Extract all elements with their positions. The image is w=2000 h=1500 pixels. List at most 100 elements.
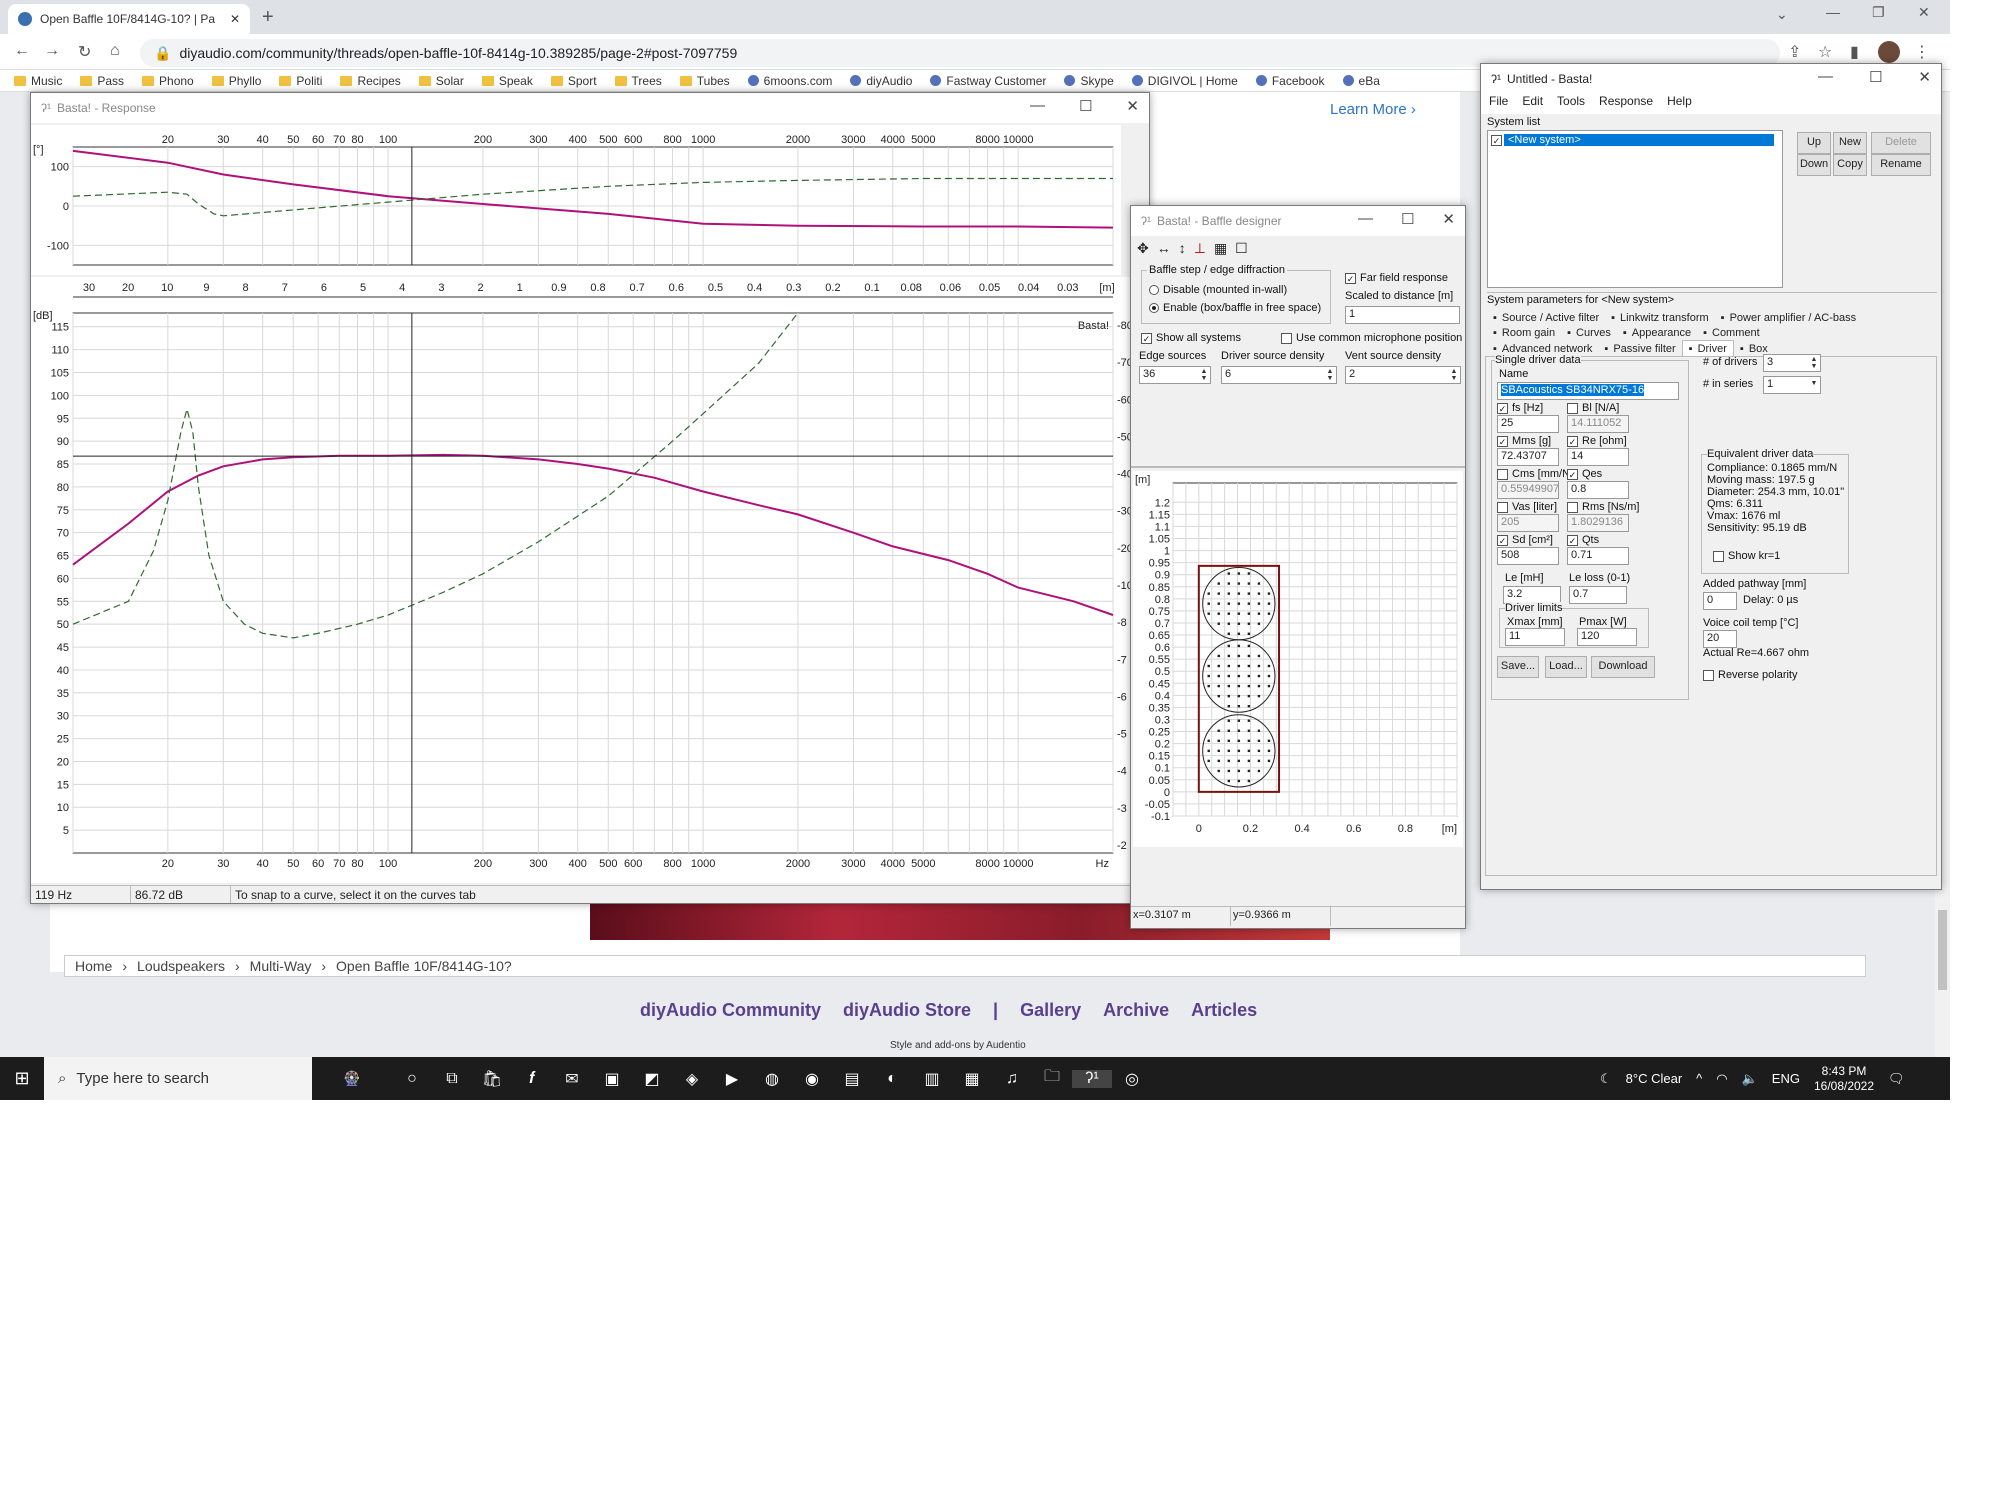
chrome-icon[interactable]: ◎ <box>1112 1069 1152 1089</box>
chevron-up-icon[interactable]: ^ <box>1696 1071 1702 1086</box>
maximize-icon[interactable]: ☐ <box>1401 210 1414 228</box>
bookmark-item[interactable]: Music <box>14 74 62 88</box>
bookmark-item[interactable]: DIGIVOL | Home <box>1131 74 1238 88</box>
param-label[interactable]: ✓ fs [Hz] <box>1497 402 1543 414</box>
close-icon[interactable]: ✕ <box>1126 97 1139 115</box>
system-list[interactable]: ✓ <New system> <box>1487 130 1783 288</box>
param-input[interactable]: 0.55949907 <box>1497 481 1559 499</box>
driver-density-input[interactable]: 6 ▲ ▼ <box>1221 366 1337 384</box>
tab-linkwitz-transform[interactable]: ▪ Linkwitz transform <box>1605 310 1715 326</box>
app-icon[interactable]: ◩ <box>632 1069 672 1089</box>
param-input[interactable]: 0.71 <box>1567 547 1629 565</box>
show-kr-checkbox[interactable]: Show kr=1 <box>1713 550 1780 562</box>
app-icon[interactable]: ◈ <box>672 1069 712 1089</box>
scrollbar-thumb[interactable] <box>1938 910 1947 990</box>
menu-tools[interactable]: Tools <box>1557 94 1585 114</box>
footer-link[interactable]: Archive <box>1103 1000 1169 1021</box>
bookmark-item[interactable]: Fastway Customer <box>930 74 1046 88</box>
rename-button[interactable]: Rename <box>1871 154 1931 176</box>
search-highlight-icon[interactable]: 🎡 <box>312 1070 392 1087</box>
footer-link[interactable]: diyAudio Store <box>843 1000 971 1021</box>
vc-temp-input[interactable]: 20 <box>1703 630 1737 648</box>
param-input[interactable]: 14.111052 <box>1567 415 1629 433</box>
download-button[interactable]: Download <box>1591 656 1655 678</box>
bookmark-item[interactable]: Pass <box>80 74 124 88</box>
bookmark-item[interactable]: Politi <box>279 74 322 88</box>
edge-sources-input[interactable]: 36 ▲ ▼ <box>1139 366 1211 384</box>
disable-radio[interactable]: Disable (mounted in-wall) <box>1149 284 1287 296</box>
windows-start-icon[interactable]: ⊞ <box>0 1068 44 1089</box>
minimize-icon[interactable]: — <box>1358 210 1373 228</box>
copy-button[interactable]: Copy <box>1833 154 1867 176</box>
tab-power-amplifier-ac-bass[interactable]: ▪ Power amplifier / AC-bass <box>1715 310 1862 326</box>
splitter[interactable] <box>1131 466 1465 468</box>
minimize-icon[interactable]: — <box>1826 4 1840 20</box>
home-icon[interactable]: ⌂ <box>110 42 120 60</box>
bookmark-item[interactable]: Solar <box>418 74 464 88</box>
down-button[interactable]: Down <box>1797 154 1831 176</box>
clock[interactable]: 8:43 PM 16/08/2022 <box>1814 1064 1874 1094</box>
reload-icon[interactable]: ↻ <box>78 42 91 62</box>
file-explorer-icon[interactable]: 🗀 <box>1032 1065 1072 1092</box>
mail-icon[interactable]: ✉ <box>552 1069 592 1089</box>
param-label[interactable]: Cms [mm/N] <box>1497 468 1573 480</box>
maximize-icon[interactable]: ☐ <box>1869 68 1882 86</box>
tab-driver[interactable]: ▪ Driver <box>1681 340 1734 357</box>
driver-name-input[interactable]: SBAcoustics SB34NRX75-16 <box>1497 382 1679 400</box>
param-input[interactable]: 14 <box>1567 448 1629 466</box>
xmax-input[interactable]: 11 <box>1505 628 1565 646</box>
store-icon[interactable]: 🛍 <box>472 1069 512 1089</box>
param-label[interactable]: ✓ Sd [cm²] <box>1497 534 1553 546</box>
tab-search-chevron-icon[interactable]: ⌄ <box>1776 6 1788 23</box>
spinner-icon[interactable]: ▲ ▼ <box>1325 368 1335 382</box>
footer-link[interactable]: Articles <box>1191 1000 1257 1021</box>
spinner-icon[interactable]: ▲ ▼ <box>1809 356 1819 370</box>
fastway-icon[interactable]: 𝒇 <box>512 1070 552 1088</box>
menu-file[interactable]: File <box>1489 94 1508 114</box>
weather-text[interactable]: 8°C Clear <box>1626 1071 1683 1086</box>
restore-icon[interactable]: ❐ <box>1872 4 1885 21</box>
new-tab-icon[interactable]: + <box>262 6 274 29</box>
param-input[interactable]: 0.8 <box>1567 481 1629 499</box>
param-label[interactable]: ✓ Mms [g] <box>1497 435 1551 447</box>
calculator-icon[interactable]: ▦ <box>952 1069 992 1089</box>
app-icon[interactable]: ◉ <box>792 1069 832 1089</box>
share-icon[interactable]: ⇪ <box>1788 42 1801 62</box>
itunes-icon[interactable]: ♫ <box>992 1070 1032 1088</box>
param-label[interactable]: Rms [Ns/m] <box>1567 501 1639 513</box>
distance-input[interactable]: 1 <box>1345 306 1460 324</box>
reverse-polarity-checkbox[interactable]: Reverse polarity <box>1703 669 1797 681</box>
tab-source-active-filter[interactable]: ▪ Source / Active filter <box>1487 310 1605 326</box>
spinner-icon[interactable]: ▲ ▼ <box>1449 368 1459 382</box>
footer-link[interactable]: diyAudio Community <box>640 1000 821 1021</box>
bookmark-star-icon[interactable]: ☆ <box>1818 42 1832 62</box>
move-icon[interactable]: ✥ <box>1137 240 1149 257</box>
load-button[interactable]: Load... <box>1545 656 1587 678</box>
app-icon[interactable]: ▥ <box>912 1069 952 1089</box>
bookmark-item[interactable]: Skype <box>1064 74 1114 88</box>
param-input[interactable]: 205 <box>1497 514 1559 532</box>
spinner-icon[interactable]: ▲ ▼ <box>1199 368 1209 382</box>
enable-radio[interactable]: Enable (box/baffle in free space) <box>1149 302 1321 314</box>
app-icon[interactable]: ▤ <box>832 1069 872 1089</box>
minimize-icon[interactable]: — <box>1818 68 1833 86</box>
num-drivers-input[interactable]: 3 ▲ ▼ <box>1763 354 1821 372</box>
back-icon[interactable]: ← <box>14 42 30 60</box>
breadcrumb-link[interactable]: Loudspeakers <box>137 958 225 974</box>
close-icon[interactable]: ✕ <box>1442 210 1455 228</box>
close-tab-icon[interactable]: ✕ <box>230 12 240 26</box>
baffle-layout-plot[interactable]: -0.1-0.0500.050.10.150.20.250.30.350.40.… <box>1133 471 1463 847</box>
param-input[interactable]: 72.43707 <box>1497 448 1559 466</box>
bookmark-item[interactable]: Phono <box>142 74 194 88</box>
tab-comment[interactable]: ▪ Comment <box>1697 325 1766 341</box>
param-input[interactable]: 1.8029136 <box>1567 514 1629 532</box>
network-icon[interactable]: ◠ <box>1716 1071 1727 1087</box>
bookmark-item[interactable]: Speak <box>481 74 533 88</box>
bookmark-item[interactable]: diyAudio <box>850 74 912 88</box>
height-icon[interactable]: ↕ <box>1179 240 1186 257</box>
tab-room-gain[interactable]: ▪ Room gain <box>1487 325 1561 341</box>
tab-passive-filter[interactable]: ▪ Passive filter <box>1598 340 1681 357</box>
le-loss-input[interactable]: 0.7 <box>1569 586 1627 604</box>
language-text[interactable]: ENG <box>1772 1071 1800 1086</box>
profile-avatar[interactable] <box>1878 41 1900 63</box>
